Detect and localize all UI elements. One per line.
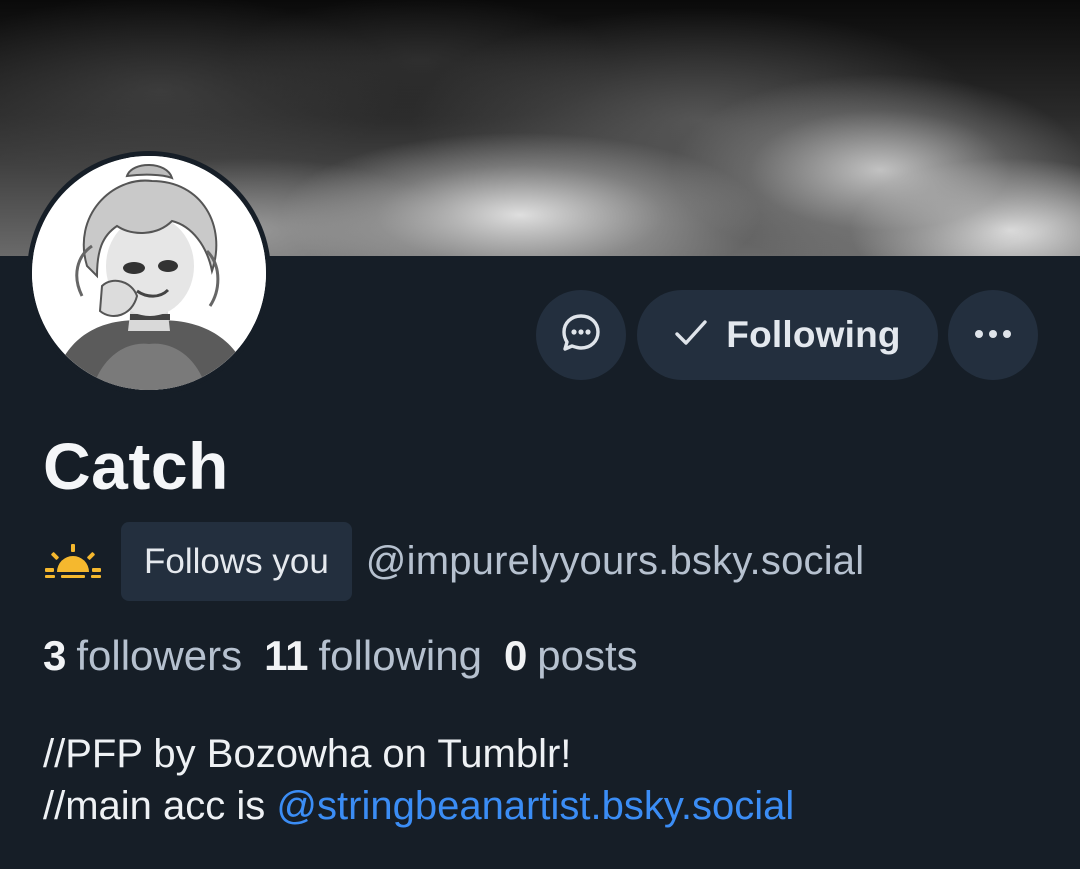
- posts-count: 0: [503, 632, 528, 679]
- handle-row: Follows you @impurelyyours.bsky.social: [43, 522, 864, 601]
- profile-bio: //PFP by Bozowha on Tumblr! //main acc i…: [43, 728, 794, 832]
- followers-count[interactable]: 3: [43, 632, 66, 680]
- profile-page: Following Catch Follows you @impurelyyou…: [0, 0, 1080, 869]
- following-button-label: Following: [726, 314, 901, 355]
- bio-line-1: //PFP by Bozowha on Tumblr!: [43, 732, 572, 776]
- followers-label[interactable]: followers: [76, 632, 242, 680]
- more-options-button[interactable]: [948, 290, 1038, 380]
- following-count[interactable]: 11: [264, 632, 308, 680]
- avatar-image: [32, 156, 266, 390]
- ellipsis-icon: [973, 326, 1013, 344]
- profile-handle[interactable]: @impurelyyours.bsky.social: [366, 539, 865, 584]
- following-label[interactable]: following: [319, 632, 482, 680]
- following-button[interactable]: Following: [637, 290, 938, 380]
- message-button[interactable]: [536, 290, 626, 380]
- checkmark-icon: [674, 319, 708, 352]
- follows-you-badge: Follows you: [121, 522, 352, 601]
- bio-line-2: //main acc is @stringbeanartist.bsky.soc…: [43, 780, 794, 832]
- message-bubble-icon: [559, 311, 603, 360]
- sun-emoji-icon: [43, 542, 103, 582]
- display-name: Catch: [43, 429, 229, 503]
- bio-line-2-prefix: //main acc is: [43, 784, 277, 828]
- avatar[interactable]: [27, 151, 271, 395]
- bio-mention-link[interactable]: @stringbeanartist.bsky.social: [276, 784, 794, 828]
- profile-stats: 3 followers 11 following 0 posts: [43, 632, 660, 680]
- posts-label: posts: [537, 632, 638, 679]
